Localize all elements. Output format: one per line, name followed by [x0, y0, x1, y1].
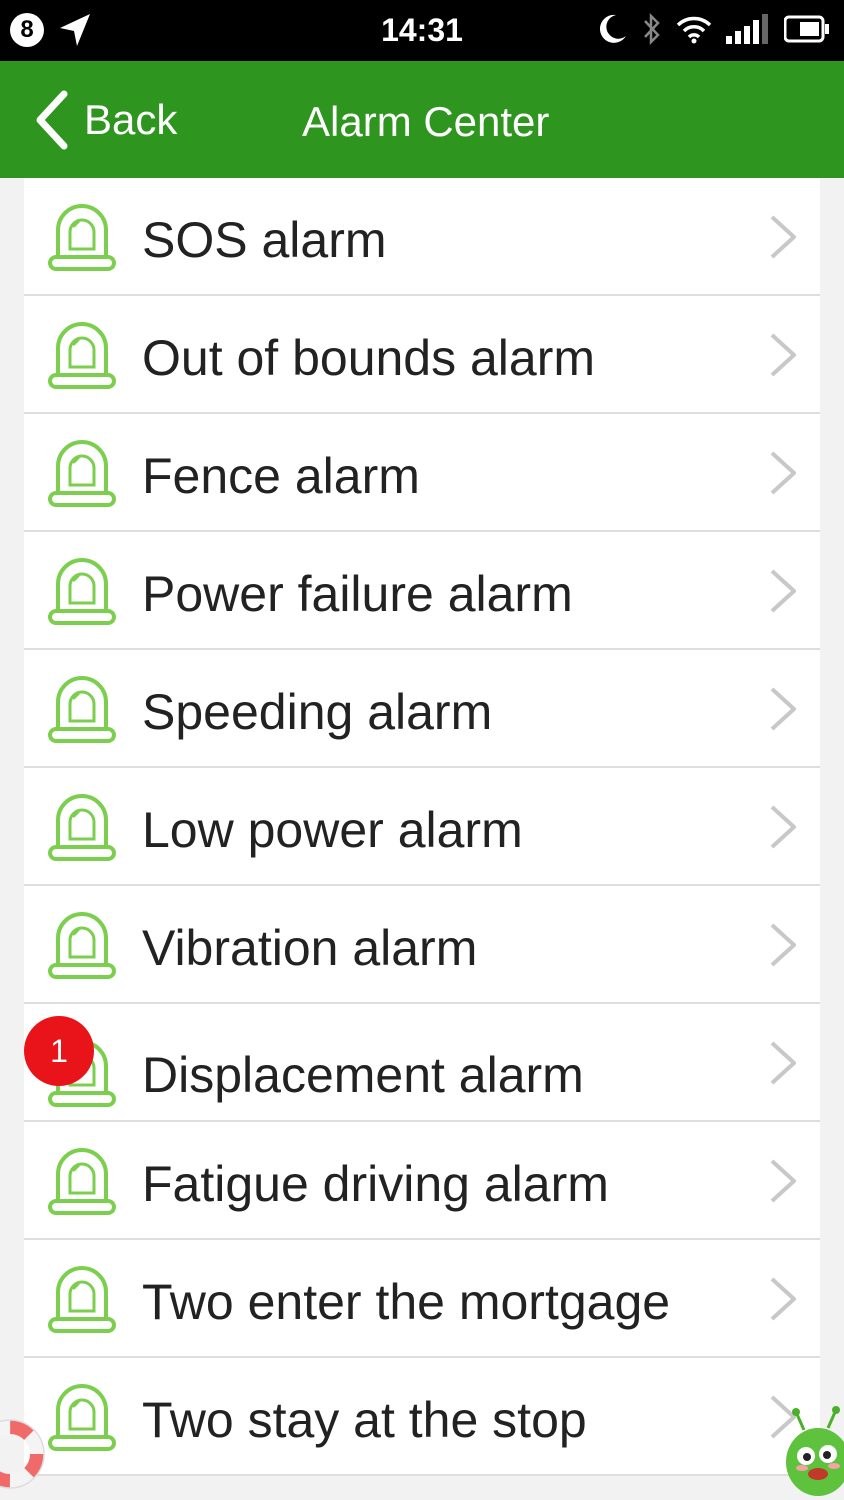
wifi-icon	[676, 16, 712, 44]
chevron-left-icon	[36, 90, 68, 150]
unread-count-badge: 1	[24, 1016, 94, 1086]
mascot-icon[interactable]	[782, 1406, 844, 1500]
moon-icon	[599, 14, 626, 43]
alarm-light-icon	[48, 1266, 116, 1333]
alarm-row[interactable]: Low power alarm	[24, 768, 820, 886]
alarm-row[interactable]: Two enter the mortgage	[24, 1240, 820, 1358]
chevron-right-icon	[770, 687, 796, 731]
alarm-label: Two stay at the stop	[142, 1392, 587, 1448]
alarm-light-icon	[48, 558, 116, 625]
alarm-label: Displacement alarm	[142, 1047, 584, 1103]
alarm-light-icon	[48, 794, 116, 861]
chevron-right-icon	[770, 451, 796, 495]
alarm-row[interactable]: Out of bounds alarm	[24, 296, 820, 414]
alarm-row[interactable]: Two stay at the stop	[24, 1358, 820, 1476]
chevron-right-icon	[770, 215, 796, 259]
back-button[interactable]: Back	[34, 89, 177, 151]
alarm-light-icon	[48, 204, 116, 271]
chevron-right-icon	[770, 1277, 796, 1321]
alarm-light-icon	[48, 1148, 116, 1215]
battery-icon	[784, 15, 829, 43]
navigation-bar: Back Alarm Center	[0, 61, 844, 178]
chevron-right-icon	[770, 333, 796, 377]
status-bar: 8 14:31	[0, 0, 844, 61]
alarm-label: Fatigue driving alarm	[142, 1156, 609, 1212]
chevron-right-icon	[770, 923, 796, 967]
alarm-row[interactable]: Speeding alarm	[24, 650, 820, 768]
alarm-row[interactable]: Power failure alarm	[24, 532, 820, 650]
alarm-row[interactable]: Fatigue driving alarm	[24, 1122, 820, 1240]
alarm-light-icon	[48, 440, 116, 507]
alarm-row[interactable]: Vibration alarm	[24, 886, 820, 1004]
alarm-light-icon	[48, 322, 116, 389]
alarm-list: SOS alarm Out of bounds alarm Fence alarm P…	[24, 178, 820, 1476]
chevron-right-icon	[770, 569, 796, 613]
alarm-label: SOS alarm	[142, 212, 387, 268]
chevron-right-icon	[770, 1159, 796, 1203]
alarm-row[interactable]: SOS alarm	[24, 178, 820, 296]
alarm-light-icon	[48, 912, 116, 979]
chevron-right-icon	[770, 805, 796, 849]
chevron-right-icon	[770, 1041, 796, 1085]
alarm-light-icon	[48, 676, 116, 743]
lifebuoy-icon[interactable]	[0, 1418, 46, 1490]
alarm-label: Out of bounds alarm	[142, 330, 596, 386]
alarm-label: Low power alarm	[142, 802, 523, 858]
alarm-row[interactable]: Fence alarm	[24, 414, 820, 532]
bluetooth-icon	[644, 12, 660, 46]
alarm-label: Fence alarm	[142, 448, 420, 504]
alarm-label: Speeding alarm	[142, 684, 493, 740]
alarm-label: Power failure alarm	[142, 566, 573, 622]
back-label: Back	[84, 96, 178, 143]
alarm-light-icon	[48, 1384, 116, 1451]
page-title: Alarm Center	[302, 98, 550, 145]
signal-icon	[726, 14, 768, 44]
alarm-label: Two enter the mortgage	[142, 1274, 671, 1330]
alarm-row[interactable]: Displacement alarm 1	[24, 1004, 820, 1122]
alarm-label: Vibration alarm	[142, 920, 478, 976]
